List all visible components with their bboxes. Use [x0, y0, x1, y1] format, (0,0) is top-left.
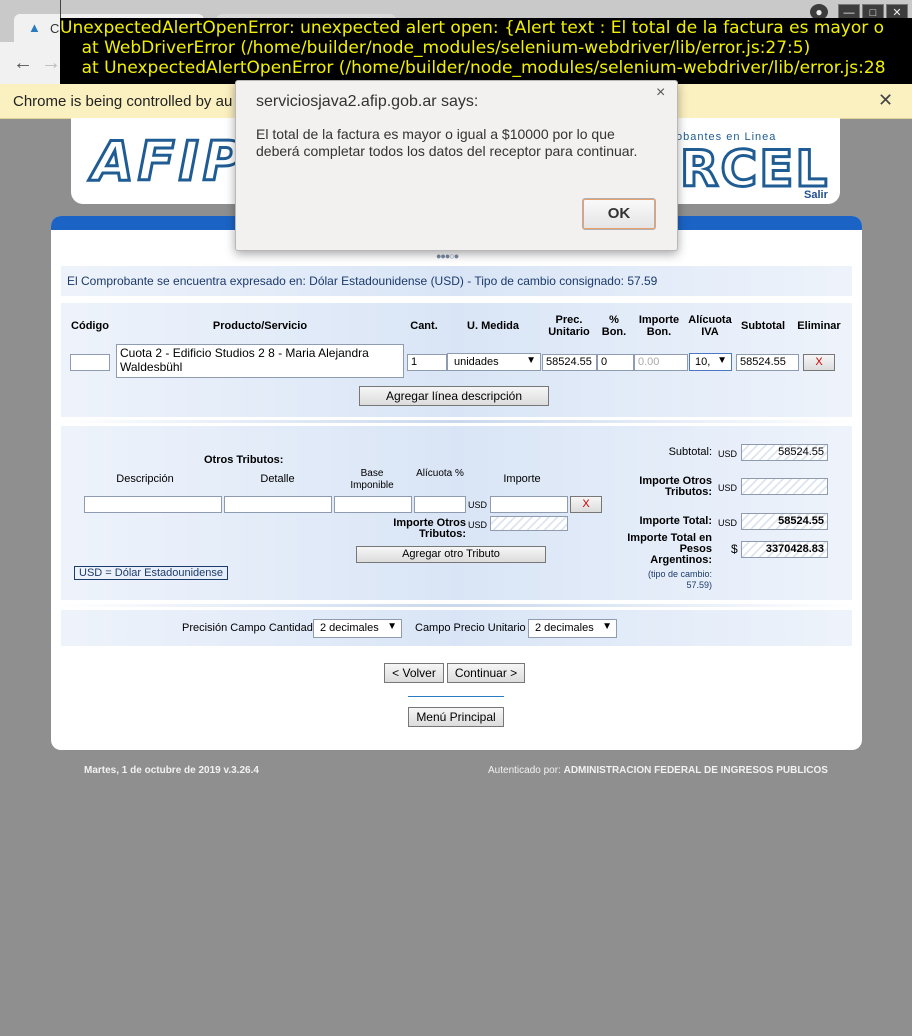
- precision-precio-select[interactable]: 2 decimales ▼: [528, 619, 617, 638]
- importe-total-field: 58524.55: [741, 513, 828, 530]
- tributos-title: Otros Tributos:: [204, 454, 284, 466]
- menu-principal-button[interactable]: Menú Principal: [408, 707, 504, 727]
- col-header-precio: Prec. Unitario: [548, 314, 590, 338]
- otros-usd: USD: [718, 483, 738, 493]
- error-line: UnexpectedAlertOpenError: unexpected ale…: [60, 18, 885, 38]
- col-header-cant: Cant.: [410, 320, 438, 332]
- pesos-symbol: $: [731, 542, 738, 556]
- tributo-usd-label: USD: [468, 500, 488, 510]
- importe-otros-total-label: Importe Otros Tributos:: [639, 475, 712, 498]
- chevron-down-icon: ▼: [602, 621, 612, 632]
- agregar-tributo-button[interactable]: Agregar otro Tributo: [356, 546, 546, 563]
- precision-cantidad-value: 2 decimales: [320, 622, 379, 634]
- chevron-down-icon: ▼: [526, 355, 536, 366]
- dialog-ok-button[interactable]: OK: [582, 198, 656, 230]
- dialog-message: El total de la factura es mayor o igual …: [256, 126, 638, 159]
- umedida-select[interactable]: unidades ▼: [447, 353, 541, 371]
- tributo-importe-input[interactable]: [490, 496, 568, 513]
- col-header-codigo: Código: [71, 320, 109, 332]
- precision-precio-label: Campo Precio Unitario: [415, 622, 526, 634]
- aliva-value: 10,: [695, 356, 711, 368]
- importe-otros-tributos-label: Importe Otros Tributos:: [393, 517, 466, 540]
- infobar-close-icon[interactable]: ✕: [878, 90, 893, 111]
- col-header-umedida: U. Medida: [467, 320, 519, 332]
- total-pesos-field: 3370428.83: [741, 541, 828, 558]
- col-header-pbon: % Bon.: [601, 314, 627, 338]
- infobar-text: Chrome is being controlled by au: [13, 93, 233, 110]
- alert-dialog: serviciosjava2.afip.gob.ar says: × El to…: [235, 80, 678, 251]
- precision-precio-value: 2 decimales: [535, 622, 594, 634]
- cantidad-input[interactable]: 1: [407, 354, 447, 371]
- precio-input[interactable]: 58524.55: [542, 354, 597, 371]
- volver-button[interactable]: < Volver: [384, 663, 444, 683]
- tributo-base-input[interactable]: [334, 496, 412, 513]
- step-indicator: ●●●○●: [436, 251, 459, 261]
- usd-legend: USD = Dólar Estadounidense: [74, 566, 228, 580]
- tributo-header-descripcion: Descripción: [116, 473, 174, 485]
- precision-cantidad-select[interactable]: 2 decimales ▼: [313, 619, 402, 638]
- importe-otros-total-field: [741, 478, 828, 495]
- umedida-value: unidades: [454, 356, 499, 368]
- continuar-button[interactable]: Continuar >: [447, 663, 525, 683]
- separator: [61, 604, 852, 607]
- col-header-subtotal: Subtotal: [741, 320, 785, 332]
- tab-title: C: [50, 21, 60, 36]
- tab-favicon-icon: ▲: [28, 20, 41, 35]
- eliminar-line-button[interactable]: X: [803, 354, 835, 371]
- dialog-title: serviciosjava2.afip.gob.ar says:: [256, 93, 479, 110]
- tributo-descripcion-input[interactable]: [84, 496, 222, 513]
- precision-cantidad-label: Precisión Campo Cantidad: [182, 622, 313, 634]
- footer-auth-prefix: Autenticado por:: [488, 765, 564, 776]
- tributo-header-alicuota: Alícuota %: [416, 468, 464, 479]
- subtotal-usd: USD: [718, 449, 738, 459]
- col-header-producto: Producto/Servicio: [212, 320, 308, 332]
- error-line: at UnexpectedAlertOpenError (/home/build…: [60, 58, 886, 78]
- footer-auth: Autenticado por: ADMINISTRACION FEDERAL …: [488, 765, 828, 776]
- tributo-alicuota-input[interactable]: [414, 496, 466, 513]
- tributo-header-detalle: Detalle: [260, 473, 295, 485]
- footer-auth-entity: ADMINISTRACION FEDERAL DE INGRESOS PUBLI…: [563, 765, 828, 776]
- aliva-select[interactable]: 10, ▼: [689, 353, 732, 371]
- subtotal-field: 58524.55: [741, 444, 828, 461]
- col-header-eliminar: Eliminar: [797, 320, 841, 332]
- separator: [61, 420, 852, 423]
- total-pesos-label: Importe Total en Pesos Argentinos:: [627, 532, 712, 566]
- agregar-linea-button[interactable]: Agregar línea descripción: [359, 386, 549, 406]
- eliminar-tributo-button[interactable]: X: [570, 496, 602, 513]
- producto-textarea[interactable]: Cuota 2 - Edificio Studios 2 8 - Maria A…: [116, 344, 404, 378]
- chevron-down-icon: ▼: [717, 355, 727, 366]
- importe-otros-usd: USD: [468, 520, 488, 530]
- divider: [408, 696, 504, 697]
- pbon-input[interactable]: 0: [597, 354, 634, 371]
- total-usd: USD: [718, 518, 738, 528]
- chevron-down-icon: ▼: [387, 621, 397, 632]
- salir-link[interactable]: Salir: [804, 189, 828, 201]
- dialog-close-icon[interactable]: ×: [656, 84, 665, 102]
- col-header-aliva: Alícuota IVA: [688, 314, 732, 338]
- tributo-header-importe: Importe: [503, 473, 541, 485]
- importe-total-label: Importe Total:: [639, 515, 712, 527]
- subtotal-label: Subtotal:: [668, 446, 712, 458]
- codigo-input[interactable]: [70, 354, 110, 371]
- col-header-ibon: Importe Bon.: [638, 314, 680, 338]
- tributo-detalle-input[interactable]: [224, 496, 332, 513]
- tributo-header-base: Base Imponible: [350, 468, 394, 491]
- afip-logo: AFIP: [90, 129, 247, 195]
- error-line: at WebDriverError (/home/builder/node_mo…: [60, 38, 811, 58]
- currency-info: El Comprobante se encuentra expresado en…: [67, 274, 658, 288]
- footer-date: Martes, 1 de octubre de 2019 v.3.26.4: [84, 765, 259, 776]
- importe-otros-tributos-field: [490, 516, 568, 531]
- ibon-input[interactable]: 0.00: [634, 354, 688, 371]
- back-arrow-icon[interactable]: ←: [10, 50, 36, 76]
- subtotal-input[interactable]: 58524.55: [736, 354, 799, 371]
- tipo-cambio-note: (tipo de cambio: 57.59): [647, 569, 712, 590]
